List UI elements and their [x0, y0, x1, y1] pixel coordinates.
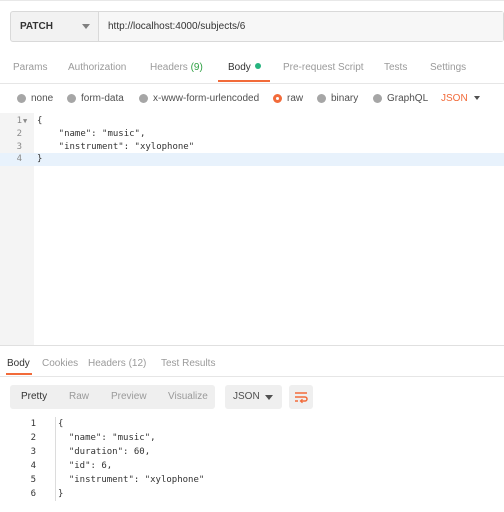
response-line: 2 "name": "music", — [0, 431, 504, 445]
radio-label: binary — [331, 93, 359, 104]
response-view-toggle: Pretty Raw Preview Visualize — [10, 385, 215, 409]
response-line: 5 "instrument": "xylophone" — [0, 473, 504, 487]
tab-pre-request-script[interactable]: Pre-request Script — [283, 62, 364, 73]
tab-label: Headers — [150, 62, 188, 73]
code-text: "duration": 60, — [58, 447, 151, 457]
tab-response-headers[interactable]: Headers (12) — [88, 358, 146, 369]
line-number: 4 — [30, 461, 36, 471]
response-format-label: JSON — [233, 391, 260, 402]
tab-label: Body — [228, 62, 251, 73]
line-number: 2 — [30, 433, 36, 443]
tab-label: Authorization — [68, 62, 127, 73]
radio-form-data[interactable]: form-data — [67, 93, 124, 104]
line-number: 1 — [30, 419, 36, 429]
view-visualize-button[interactable]: Visualize — [168, 391, 208, 402]
tab-headers[interactable]: Headers (9) — [150, 62, 203, 73]
wrap-lines-button[interactable] — [289, 385, 313, 409]
tab-label: Settings — [430, 62, 467, 73]
radio-raw[interactable]: raw — [273, 93, 303, 104]
radio-icon — [139, 94, 148, 103]
request-body-editor[interactable]: 1 ▼ { 2 "name": "music", 3 "instrument":… — [0, 113, 504, 345]
tab-response-body[interactable]: Body — [7, 358, 30, 369]
url-input[interactable]: http://localhost:4000/subjects/6 — [99, 12, 503, 41]
code-text: "instrument": "xylophone" — [58, 475, 205, 485]
line-number: 1 — [16, 116, 22, 126]
url-text: http://localhost:4000/subjects/6 — [108, 21, 246, 32]
wrap-lines-icon — [295, 392, 308, 404]
radio-icon — [67, 94, 76, 103]
chevron-down-icon — [265, 395, 273, 400]
method-select[interactable]: PATCH — [11, 12, 99, 41]
radio-label: none — [31, 93, 54, 104]
code-text: "name": "music", — [37, 129, 146, 139]
active-tab-underline — [218, 80, 270, 82]
radio-binary[interactable]: binary — [317, 93, 358, 104]
tab-body[interactable]: Body — [228, 62, 261, 73]
tab-label: Params — [13, 62, 48, 73]
response-body-viewer[interactable]: 1 { 2 "name": "music", 3 "duration": 60,… — [0, 417, 504, 512]
line-number: 3 — [30, 447, 36, 457]
radio-graphql[interactable]: GraphQL — [373, 93, 428, 104]
line-number: 4 — [16, 154, 22, 164]
tab-settings[interactable]: Settings — [430, 62, 466, 73]
radio-label: form-data — [81, 93, 124, 104]
view-raw-button[interactable]: Raw — [69, 391, 89, 402]
fold-arrow-icon[interactable]: ▼ — [23, 115, 27, 128]
body-type-options: none form-data x-www-form-urlencoded raw… — [0, 90, 504, 110]
tab-label: Tests — [384, 62, 408, 73]
tab-params[interactable]: Params — [13, 62, 47, 73]
code-line: 2 "name": "music", — [0, 128, 504, 141]
response-tabs: Body Cookies Headers (12) Test Results — [0, 355, 504, 377]
line-number: 6 — [30, 489, 36, 499]
tab-response-cookies[interactable]: Cookies — [42, 358, 78, 369]
tab-tests[interactable]: Tests — [384, 62, 407, 73]
response-format-select[interactable]: JSON — [225, 385, 282, 409]
raw-format-select[interactable]: JSON — [441, 93, 468, 104]
radio-label: GraphQL — [387, 93, 429, 104]
code-text: { — [37, 116, 43, 126]
raw-format-label: JSON — [441, 93, 468, 104]
radio-none[interactable]: none — [17, 93, 53, 104]
response-line: 6 } — [0, 487, 504, 501]
code-line-current: 4 } — [0, 153, 504, 166]
response-line: 1 { — [0, 417, 504, 431]
code-text: "id": 6, — [58, 461, 113, 471]
response-divider[interactable] — [0, 345, 504, 346]
radio-label: x-www-form-urlencoded — [153, 93, 260, 104]
radio-icon — [317, 94, 326, 103]
response-line: 4 "id": 6, — [0, 459, 504, 473]
request-bar: PATCH http://localhost:4000/subjects/6 — [10, 11, 504, 42]
radio-label: raw — [287, 93, 304, 104]
tab-label: Pre-request Script — [283, 62, 364, 73]
line-number: 5 — [30, 475, 36, 485]
code-text: } — [58, 489, 64, 499]
view-pretty-button[interactable]: Pretty — [21, 391, 47, 402]
top-divider — [0, 0, 504, 1]
method-label: PATCH — [20, 21, 53, 32]
chevron-down-icon — [82, 24, 90, 29]
code-text: } — [37, 154, 43, 164]
line-number: 2 — [16, 129, 22, 139]
code-text: "name": "music", — [58, 433, 156, 443]
body-indicator-dot — [254, 63, 261, 69]
active-response-tab-underline — [6, 373, 32, 375]
radio-icon — [17, 94, 26, 103]
headers-count-badge: (9) — [190, 62, 203, 73]
response-line: 3 "duration": 60, — [0, 445, 504, 459]
view-preview-button[interactable]: Preview — [111, 391, 147, 402]
chevron-down-icon[interactable] — [474, 96, 480, 100]
code-text: { — [58, 419, 64, 429]
code-line: 1 ▼ { — [0, 115, 504, 128]
radio-x-www-form-urlencoded[interactable]: x-www-form-urlencoded — [139, 93, 259, 104]
tab-authorization[interactable]: Authorization — [68, 62, 126, 73]
radio-icon — [373, 94, 382, 103]
tab-test-results[interactable]: Test Results — [161, 358, 215, 369]
radio-selected-icon — [273, 94, 282, 103]
